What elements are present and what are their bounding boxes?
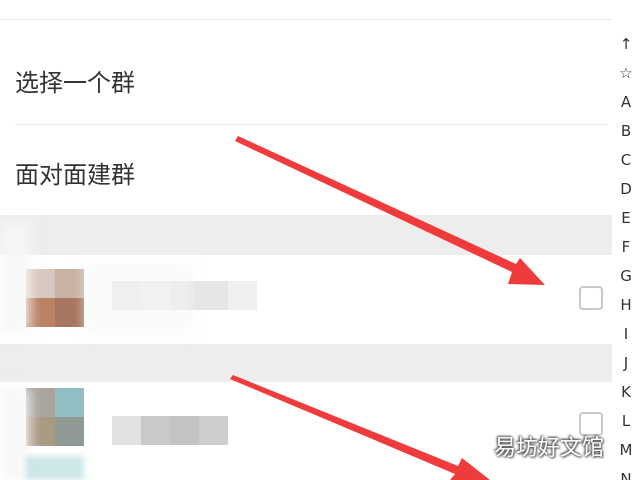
select-group-label: 选择一个群	[15, 68, 135, 97]
watermark-text: 易坊好文馆	[494, 436, 605, 461]
face-to-face-group-label: 面对面建群	[15, 160, 135, 189]
index-letter-a[interactable]: A	[612, 88, 640, 117]
avatar	[26, 388, 84, 446]
index-letter-i[interactable]: I	[612, 320, 640, 349]
star-icon[interactable]: ☆	[612, 59, 640, 88]
avatar	[26, 269, 84, 327]
section-header	[0, 215, 612, 255]
index-letter-g[interactable]: G	[612, 262, 640, 291]
contact-checkbox[interactable]	[579, 286, 603, 310]
select-group-item[interactable]: 选择一个群	[15, 36, 605, 124]
index-letter-h[interactable]: H	[612, 291, 640, 320]
blur-smudge	[26, 456, 84, 480]
menu-divider	[15, 124, 607, 125]
select-contacts-screen: 选择一个群 面对面建群 ↑ ☆ A B C D E F G H I J K L …	[0, 0, 640, 480]
index-letter-c[interactable]: C	[612, 146, 640, 175]
index-letter-l[interactable]: L	[612, 407, 640, 436]
index-letter-f[interactable]: F	[612, 233, 640, 262]
section-header	[0, 344, 612, 382]
blur-smudge	[84, 262, 194, 332]
contact-name-blurred	[112, 416, 228, 445]
top-divider	[0, 19, 612, 20]
index-letter-k[interactable]: K	[612, 378, 640, 407]
index-letter-n[interactable]: N	[612, 465, 640, 480]
index-letter-e[interactable]: E	[612, 204, 640, 233]
index-letter-d[interactable]: D	[612, 175, 640, 204]
arrow-up-icon[interactable]: ↑	[612, 30, 640, 59]
blur-smudge	[0, 222, 30, 332]
index-letter-b[interactable]: B	[612, 117, 640, 146]
face-to-face-group-item[interactable]: 面对面建群	[15, 128, 605, 216]
index-letter-m[interactable]: M	[612, 436, 640, 465]
alphabet-index[interactable]: ↑ ☆ A B C D E F G H I J K L M N	[612, 30, 640, 480]
index-letter-j[interactable]: J	[612, 349, 640, 378]
